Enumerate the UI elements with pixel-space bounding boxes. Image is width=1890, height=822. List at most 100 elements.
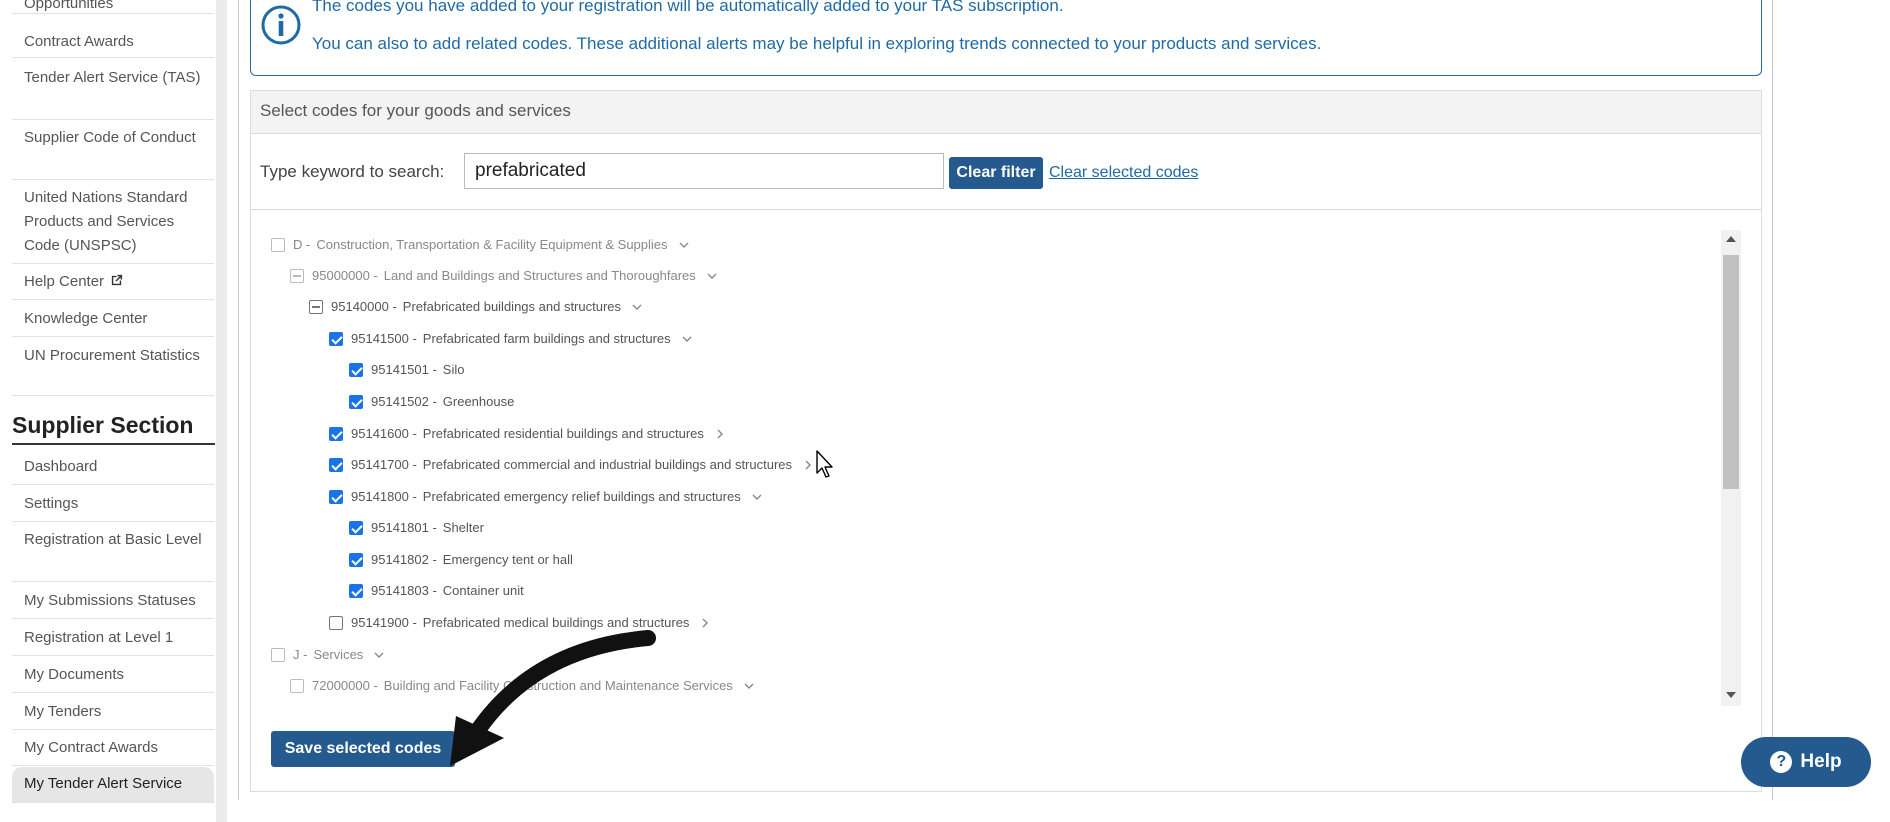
sidebar-item-help-center[interactable]: Help Center <box>12 270 214 300</box>
sidebar-item-my-tenders[interactable]: My Tenders <box>12 700 214 730</box>
sidebar-item-contract-awards[interactable]: Contract Awards <box>12 28 214 58</box>
code-number: 95141802 - <box>371 552 437 567</box>
chevron-down-icon[interactable] <box>751 491 763 503</box>
checkbox[interactable] <box>349 584 363 598</box>
sidebar-item-tas[interactable]: Tender Alert Service (TAS) <box>12 66 214 120</box>
sidebar-item-label: Registration at Basic Level <box>24 531 202 548</box>
sidebar-item-submissions-statuses[interactable]: My Submissions Statuses <box>12 589 214 619</box>
sidebar-item-label: Opportunities <box>24 0 114 12</box>
checkbox[interactable] <box>349 553 363 567</box>
code-number: 95141803 - <box>371 583 437 598</box>
code-label: Land and Buildings and Structures and Th… <box>383 268 696 283</box>
sidebar-item-label: Settings <box>24 495 79 512</box>
code-number: 95141700 - <box>351 457 417 472</box>
sidebar-item-un-procurement-stats[interactable]: UN Procurement Statistics <box>12 344 214 396</box>
tree-row[interactable]: 95141500 - Prefabricated farm buildings a… <box>329 328 693 350</box>
chevron-down-icon[interactable] <box>706 270 718 282</box>
scrollbar-thumb[interactable] <box>1723 255 1739 489</box>
chevron-right-icon[interactable] <box>714 428 726 440</box>
scroll-down-arrow-icon[interactable] <box>1726 692 1736 698</box>
sidebar-item-dashboard[interactable]: Dashboard <box>12 455 214 485</box>
sidebar-item-settings[interactable]: Settings <box>12 492 214 522</box>
sidebar-item-label: Tender Alert Service (TAS) <box>24 69 201 86</box>
checkbox[interactable] <box>349 521 363 535</box>
info-icon <box>261 5 301 45</box>
tree-row[interactable]: 95000000 - Land and Buildings and Structu… <box>290 265 718 287</box>
help-label: Help <box>1800 751 1842 772</box>
sidebar-item-registration-level1[interactable]: Registration at Level 1 <box>12 626 214 656</box>
sidebar-item-my-tas[interactable]: My Tender Alert Service <box>12 767 214 803</box>
code-label: Prefabricated buildings and structures <box>402 299 622 314</box>
clear-selected-codes-link[interactable]: Clear selected codes <box>1049 164 1198 182</box>
sidebar-item-label: Knowledge Center <box>24 310 148 327</box>
sidebar-item-label: My Contract Awards <box>24 739 158 756</box>
checkbox[interactable] <box>271 238 285 252</box>
tree-row[interactable]: 95141501 - Silo <box>349 359 464 381</box>
supplier-section-title: Supplier Section <box>12 412 215 445</box>
tree-row[interactable]: 95141803 - Container unit <box>349 580 524 602</box>
scroll-up-arrow-icon[interactable] <box>1726 236 1736 242</box>
sidebar-item-opportunities[interactable]: Opportunities <box>12 0 214 14</box>
sidebar-item-unspsc[interactable]: United Nations Standard Products and Ser… <box>12 186 214 264</box>
tree-row[interactable]: 95141800 - Prefabricated emergency relief… <box>329 486 763 508</box>
checkbox[interactable] <box>309 300 323 314</box>
checkbox[interactable] <box>329 427 343 441</box>
sidebar-item-label: Help Center <box>24 273 105 290</box>
chevron-down-icon[interactable] <box>373 649 385 661</box>
chevron-down-icon[interactable] <box>681 333 693 345</box>
checkbox[interactable] <box>290 269 304 283</box>
sidebar-item-registration-basic[interactable]: Registration at Basic Level <box>12 528 214 582</box>
sidebar-item-my-contract-awards[interactable]: My Contract Awards <box>12 736 214 766</box>
code-label: Prefabricated commercial and industrial … <box>422 457 793 472</box>
checkbox[interactable] <box>349 363 363 377</box>
sidebar-item-label: My Documents <box>24 666 125 683</box>
code-number: 95141502 - <box>371 394 437 409</box>
clear-filter-button[interactable]: Clear filter <box>949 157 1043 189</box>
sidebar-item-supplier-code[interactable]: Supplier Code of Conduct <box>12 126 214 180</box>
help-button[interactable]: ? Help <box>1741 737 1871 787</box>
code-number: 95141800 - <box>351 489 417 504</box>
save-selected-codes-button[interactable]: Save selected codes <box>271 731 455 767</box>
code-number: 95141801 - <box>371 520 437 535</box>
divider <box>251 209 1761 210</box>
chevron-right-icon[interactable] <box>802 459 814 471</box>
chevron-down-icon[interactable] <box>631 301 643 313</box>
code-label: Construction, Transportation & Facility … <box>316 237 668 252</box>
code-label: Services <box>313 647 364 662</box>
tree-row[interactable]: 95141801 - Shelter <box>349 517 484 539</box>
sidebar-item-label: Dashboard <box>24 458 98 475</box>
tree-row[interactable]: J - Services <box>271 644 385 666</box>
code-label: Prefabricated residential buildings and … <box>422 426 704 441</box>
code-number: D - <box>293 237 311 252</box>
code-number: 95141500 - <box>351 331 417 346</box>
main-border-left <box>238 0 239 800</box>
checkbox[interactable] <box>329 458 343 472</box>
checkbox[interactable] <box>329 616 343 630</box>
panel-title: Select codes for your goods and services <box>260 101 571 120</box>
tree-row[interactable]: D - Construction, Transportation & Facili… <box>271 234 690 256</box>
tree-row[interactable]: 95141700 - Prefabricated commercial and i… <box>329 454 814 476</box>
sidebar-divider <box>216 0 227 822</box>
checkbox[interactable] <box>329 490 343 504</box>
chevron-right-icon[interactable] <box>699 617 711 629</box>
checkbox[interactable] <box>290 679 304 693</box>
tree-row[interactable]: 95141600 - Prefabricated residential buil… <box>329 423 726 445</box>
code-number: J - <box>293 647 308 662</box>
checkbox[interactable] <box>271 648 285 662</box>
chevron-down-icon[interactable] <box>678 239 690 251</box>
code-label: Greenhouse <box>442 394 515 409</box>
sidebar-item-my-documents[interactable]: My Documents <box>12 663 214 693</box>
chevron-down-icon[interactable] <box>743 680 755 692</box>
question-icon: ? <box>1770 751 1793 773</box>
search-input[interactable] <box>464 153 944 189</box>
code-label: Emergency tent or hall <box>442 552 573 567</box>
sidebar-item-knowledge-center[interactable]: Knowledge Center <box>12 307 214 337</box>
tree-row[interactable]: 95141802 - Emergency tent or hall <box>349 549 573 571</box>
info-text-line2: You can also to add related codes. These… <box>312 34 1322 53</box>
tree-row[interactable]: 95140000 - Prefabricated buildings and st… <box>309 296 643 318</box>
checkbox[interactable] <box>329 332 343 346</box>
checkbox[interactable] <box>349 395 363 409</box>
tree-row[interactable]: 95141502 - Greenhouse <box>349 391 514 413</box>
sidebar-item-label: My Tenders <box>24 703 102 720</box>
sidebar-item-label: My Submissions Statuses <box>24 592 196 609</box>
